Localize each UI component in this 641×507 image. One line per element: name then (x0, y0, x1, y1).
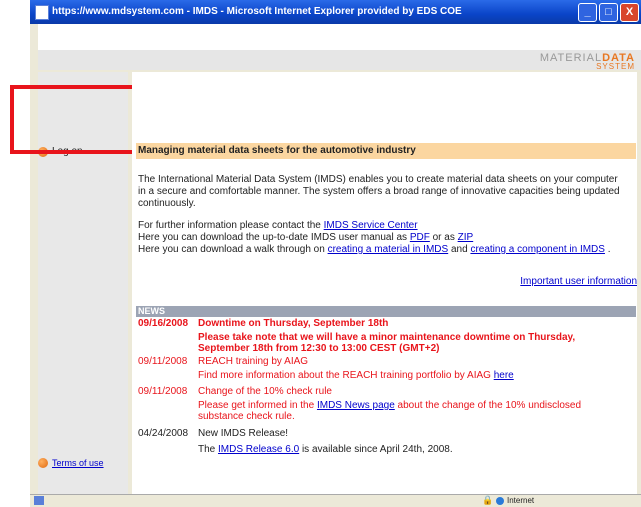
logo-material: MATERIAL (539, 52, 603, 64)
news-body-1: Please take note that we will have a min… (198, 332, 576, 354)
walk-info: Here you can download a walk through on … (138, 244, 628, 256)
news-body-4: The IMDS Release 6.0 is available since … (198, 444, 628, 455)
lock-icon: 🔒 (482, 495, 494, 505)
site-header: MATERIALDATA SYSTEM (38, 24, 641, 71)
zone-label: Internet (507, 496, 535, 505)
imds-release-link[interactable]: IMDS Release 6.0 (218, 444, 299, 455)
download-info: Here you can download the up-to-date IMD… (138, 232, 628, 244)
creating-component-link[interactable]: creating a component in IMDS (470, 244, 605, 255)
pdf-link[interactable]: PDF (410, 232, 430, 243)
news-date: 09/11/2008 (138, 356, 188, 367)
news-item-3: 09/11/2008 Change of the 10% check rule (138, 386, 332, 398)
window-title: https://www.mdsystem.com - IMDS - Micros… (52, 6, 462, 17)
imds-news-page-link[interactable]: IMDS News page (317, 400, 395, 411)
service-center-link[interactable]: IMDS Service Center (324, 220, 418, 231)
walk-prefix: Here you can download a walk through on (138, 244, 328, 255)
and-text: and (448, 244, 471, 255)
logo-system: SYSTEM (596, 62, 635, 71)
news-item-1: 09/16/2008 Downtime on Thursday, Septembe… (138, 318, 388, 330)
news-body-3: Please get informed in the IMDS News pag… (198, 400, 628, 422)
news-item-4: 04/24/2008 New IMDS Release! (138, 428, 288, 440)
creating-material-link[interactable]: creating a material in IMDS (328, 244, 449, 255)
news-body-prefix: Find more information about the REACH tr… (198, 370, 494, 381)
news-title: New IMDS Release! (198, 428, 289, 439)
maximize-button[interactable]: □ (599, 3, 618, 22)
download-prefix: Here you can download the up-to-date IMD… (138, 232, 410, 243)
news-title: Downtime on Thursday, September 18th (198, 318, 389, 329)
important-info: Important user information (520, 276, 637, 287)
news-body-2: Find more information about the REACH tr… (198, 370, 628, 381)
page-heading: Managing material data sheets for the au… (136, 143, 636, 159)
further-info: For further information please contact t… (138, 220, 628, 232)
walk-suffix: . (604, 244, 611, 255)
main-content: Managing material data sheets for the au… (132, 72, 637, 494)
minimize-button[interactable]: _ (578, 3, 597, 22)
news-body-suffix: is available since April 24th, 2008. (299, 444, 453, 455)
globe-icon (496, 496, 504, 505)
close-button[interactable]: X (620, 3, 639, 22)
zip-link[interactable]: ZIP (458, 232, 474, 243)
news-header: NEWS (136, 306, 636, 317)
terms-link[interactable]: Terms of use (52, 458, 104, 468)
intro-text: The International Material Data System (… (138, 174, 620, 209)
title-bar[interactable]: https://www.mdsystem.com - IMDS - Micros… (30, 0, 641, 24)
news-title: Change of the 10% check rule (198, 386, 332, 397)
highlight-box (10, 85, 144, 154)
news-title: REACH training by AIAG (198, 356, 309, 367)
status-bar: 🔒 Internet (30, 494, 641, 507)
further-prefix: For further information please contact t… (138, 220, 324, 231)
news-date: 09/11/2008 (138, 386, 188, 397)
news-date: 09/16/2008 (138, 318, 189, 329)
zone-indicator: Internet (496, 496, 534, 505)
orange-bullet-icon (38, 458, 48, 468)
news-body-prefix: Please get informed in the (198, 400, 317, 411)
ie-icon (35, 5, 49, 20)
news-date: 04/24/2008 (138, 428, 189, 439)
here-link[interactable]: here (494, 370, 514, 381)
news-body-prefix: The (198, 444, 219, 455)
or-as: or as (429, 232, 458, 243)
important-info-link[interactable]: Important user information (520, 276, 637, 287)
news-item-2: 09/11/2008 REACH training by AIAG (138, 356, 308, 368)
terms-item[interactable]: Terms of use (38, 458, 104, 468)
page-icon (34, 496, 44, 505)
